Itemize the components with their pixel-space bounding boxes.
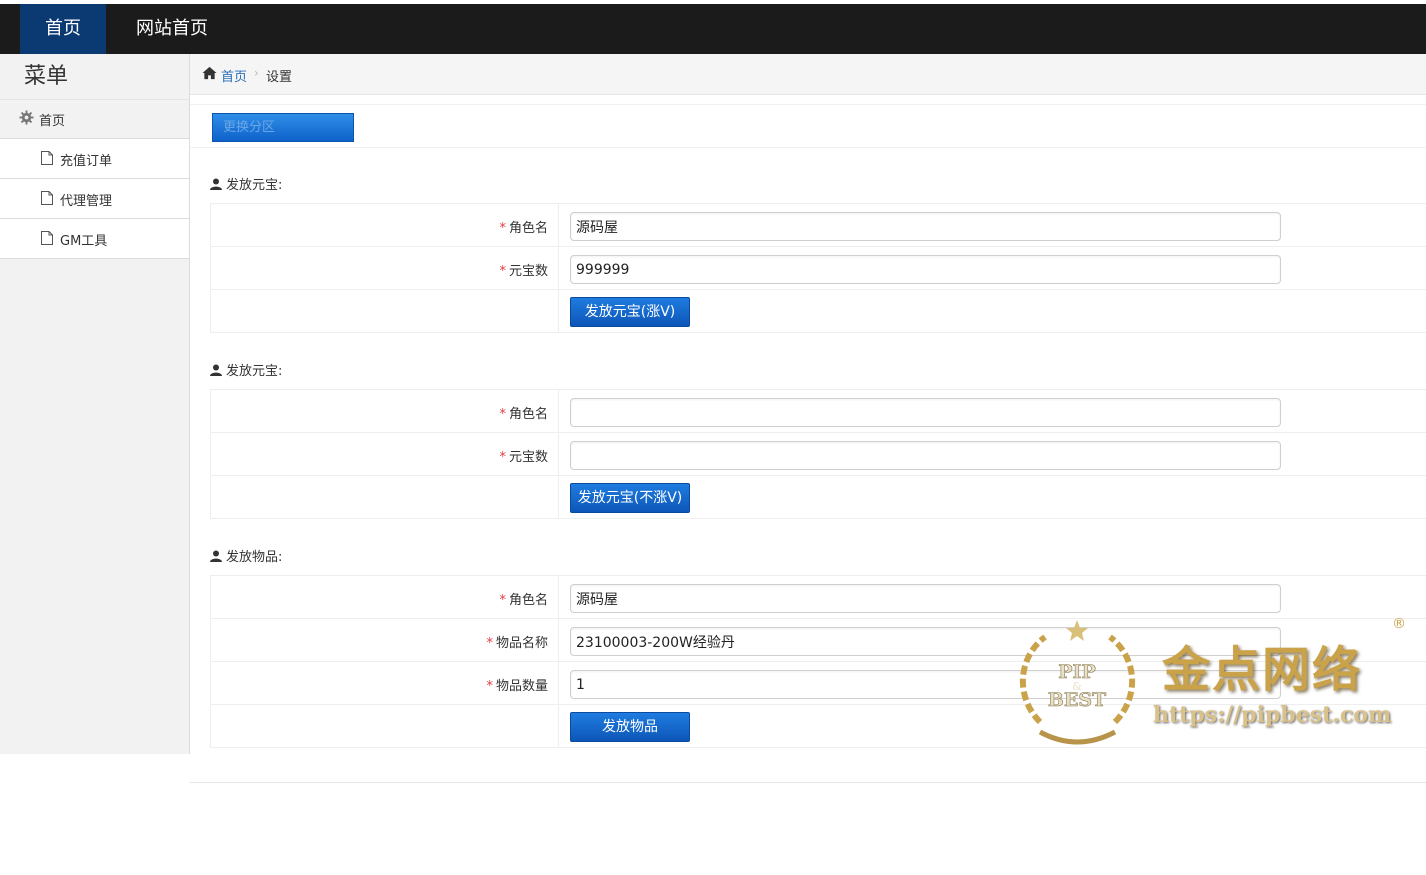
user-icon [210,364,222,376]
laurel-seal-icon: PIP & BEST [1019,620,1136,745]
send-ingot-vip-button[interactable]: 发放元宝(涨V) [570,297,690,327]
section-title-ingot-vip: 发放元宝: [210,174,282,193]
sidebar-item-gm-tools[interactable]: GM工具 [0,219,189,259]
field-label: * 角色名 [499,221,548,236]
user-icon [210,550,222,562]
field-label: * 物品名称 [486,636,548,651]
sidebar-item-label: 代理管理 [60,194,113,209]
send-ingot-novip-button[interactable]: 发放元宝(不涨V) [570,483,690,513]
send-items-button[interactable]: 发放物品 [570,712,690,742]
nav-site-home-link[interactable]: 网站首页 [120,4,224,54]
breadcrumb: 首页 › 设置 [190,54,1426,95]
section-title-items: 发放物品: [210,546,282,565]
form-row: 发放元宝(不涨V) [210,476,1426,519]
field-label: * 物品数量 [486,679,548,694]
field-label: * 元宝数 [499,264,548,279]
sidebar-title: 菜单 [24,64,69,89]
form-row: * 角色名 [210,390,1426,433]
registered-mark: ® [1392,616,1406,632]
role-name-input[interactable] [570,212,1281,241]
sidebar-item-home[interactable]: 首页 [0,99,189,139]
user-icon [210,178,222,190]
nav-home-tab[interactable]: 首页 [20,4,106,54]
field-label: * 角色名 [499,407,548,422]
file-icon [41,231,53,245]
home-icon [202,66,217,80]
ingot-amount-input[interactable] [570,441,1281,470]
sidebar-item-recharge-orders[interactable]: 充值订单 [0,139,189,179]
toolbar: 更换分区 [190,104,1426,148]
sidebar: 菜单 首页 充值订单 代理管理 GM工具 [0,54,190,754]
sidebar-item-label: GM工具 [60,234,108,249]
svg-text:BEST: BEST [1048,689,1106,711]
role-name-input[interactable] [570,584,1281,613]
form-ingot-vip: *角色名 *元宝数 发放元宝(涨V) [210,203,1426,333]
file-icon [41,191,53,205]
form-row: * 元宝数 [210,433,1426,476]
gear-icon [19,110,34,125]
sidebar-item-home-label: 首页 [39,114,66,129]
footer-divider [190,782,1426,783]
breadcrumb-current: 设置 [266,70,293,85]
watermark-logo: PIP & BEST 金点网络 https://pipbest.com ® [1010,612,1420,752]
section-title-ingot-novip: 发放元宝: [210,360,282,379]
sidebar-item-agent-management[interactable]: 代理管理 [0,179,189,219]
form-row: * 角色名 [210,204,1426,247]
top-navbar: 首页 网站首页 [0,4,1426,54]
field-label: * 元宝数 [499,450,548,465]
breadcrumb-separator: › [254,66,259,80]
form-row: * 元宝数 [210,247,1426,290]
form-ingot-novip: * 角色名 * 元宝数 发放元宝(不涨V) [210,389,1426,519]
watermark-brand: 金点网络 [1162,642,1363,698]
switch-partition-button[interactable]: 更换分区 [212,113,354,142]
form-row: 发放元宝(涨V) [210,290,1426,333]
watermark-url: https://pipbest.com [1153,702,1392,728]
role-name-input[interactable] [570,398,1281,427]
ingot-amount-input[interactable] [570,255,1281,284]
file-icon [41,151,53,165]
field-label: * 角色名 [499,593,548,608]
breadcrumb-home-link[interactable]: 首页 [221,66,247,85]
sidebar-item-label: 充值订单 [60,154,113,169]
